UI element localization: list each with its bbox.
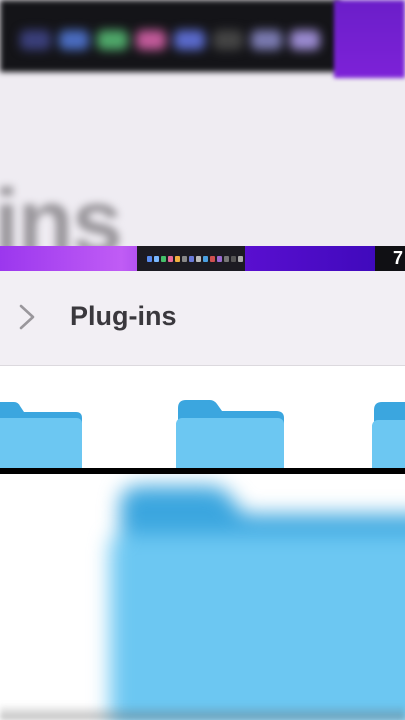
bottom-shadow — [0, 704, 405, 720]
blurred-dock-icons — [20, 30, 320, 50]
blurred-folder-label: ins — [0, 171, 123, 246]
corner-glyph: 7 — [392, 248, 403, 268]
zoom-preview-bottom — [0, 474, 405, 720]
finder-path-bar — [0, 271, 405, 366]
path-title[interactable]: Plug-ins — [70, 301, 177, 332]
mini-dock — [137, 246, 245, 271]
folder-grid — [0, 366, 405, 468]
chevron-right-icon[interactable] — [14, 302, 40, 332]
folder-icon[interactable] — [372, 402, 405, 468]
blurred-wallpaper — [334, 0, 405, 78]
wallpaper-strip: 7 — [0, 246, 405, 271]
folder-icon[interactable] — [0, 402, 82, 468]
zoom-preview-top: ins — [0, 0, 405, 246]
blurred-folder-icon — [110, 486, 405, 720]
folder-icon[interactable] — [176, 400, 284, 468]
